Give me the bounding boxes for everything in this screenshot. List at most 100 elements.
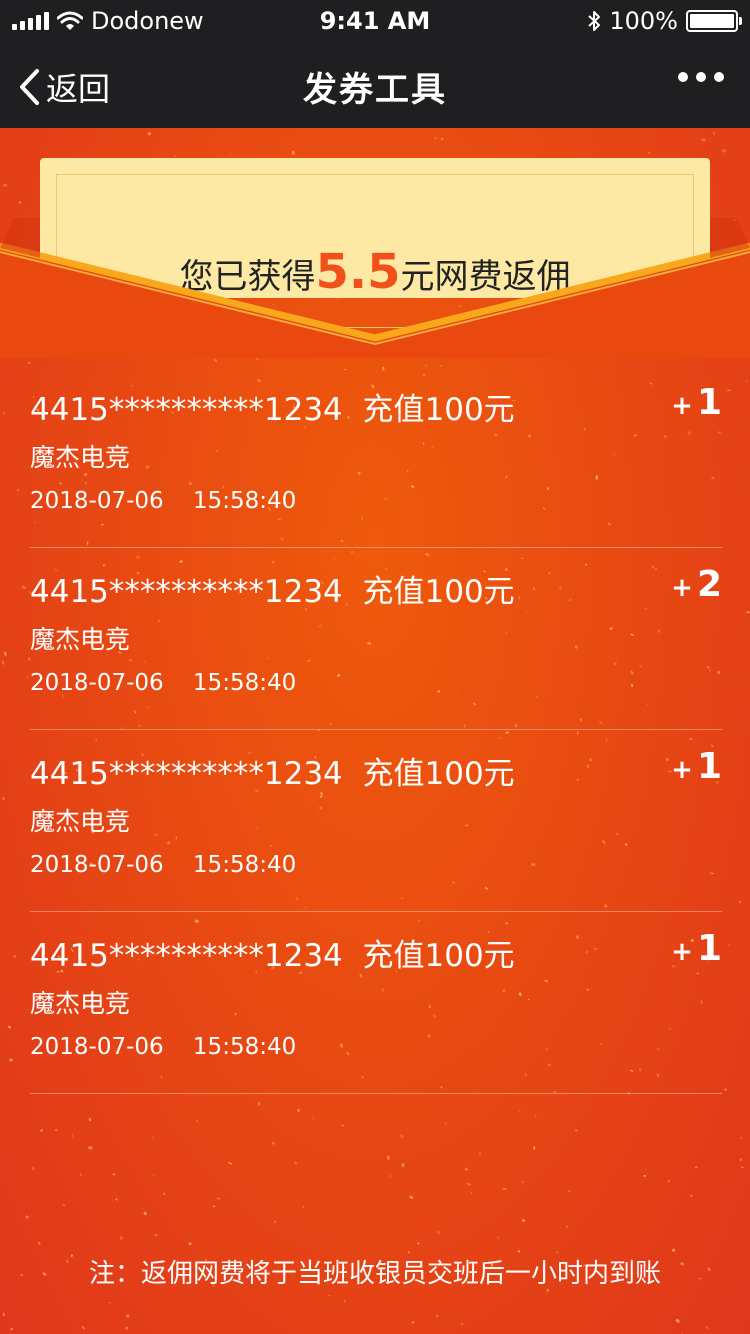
speckle: [21, 585, 27, 590]
speckle: [521, 1219, 526, 1222]
speckle: [162, 1192, 166, 1196]
list-item: 4415**********1234 充值100元 魔杰电竞 2018-07-0…: [30, 912, 722, 1094]
speckle: [532, 1146, 536, 1150]
speckle: [3, 183, 8, 187]
speckle: [411, 1321, 415, 1324]
speckle: [728, 944, 730, 947]
speckle: [195, 1119, 198, 1123]
speckle: [470, 1192, 472, 1195]
speckle: [399, 1134, 404, 1139]
speckle: [647, 151, 651, 154]
speckle: [2, 796, 5, 801]
speckle: [115, 1198, 119, 1201]
speckle: [534, 1114, 537, 1118]
speckle: [37, 1241, 41, 1246]
speckle: [273, 1220, 277, 1223]
speckle: [740, 1136, 743, 1139]
record-date: 2018-07-06: [30, 670, 164, 696]
speckle: [722, 149, 727, 153]
record-datetime: 2018-07-06 15:58:40: [30, 670, 296, 696]
record-shop: 魔杰电竞: [30, 625, 131, 654]
record-title: 4415**********1234 充值100元: [30, 566, 515, 611]
record-shop: 魔杰电竞: [30, 989, 131, 1018]
speckle: [88, 1146, 93, 1150]
record-delta-value: 2: [696, 564, 722, 605]
speckle: [327, 1294, 331, 1297]
speckle: [26, 675, 29, 679]
speckle: [437, 1230, 440, 1235]
record-date: 2018-07-06: [30, 488, 164, 514]
record-card-number: 4415**********1234: [30, 574, 343, 610]
speckle: [312, 1117, 314, 1119]
record-title: 4415**********1234 充值100元: [30, 930, 515, 975]
speckle: [2, 1312, 5, 1317]
speckle: [25, 1215, 30, 1219]
record-datetime: 2018-07-06 15:58:40: [30, 852, 296, 878]
speckle: [228, 1161, 233, 1165]
record-time: 15:58:40: [192, 670, 297, 696]
speckle: [502, 1187, 507, 1190]
speckle: [701, 138, 706, 142]
speckle: [522, 1181, 524, 1183]
speckle: [271, 1141, 276, 1146]
speckle: [386, 1155, 391, 1160]
speckle: [738, 900, 742, 904]
footer-note: 注：返佣网费将于当班收银员交班后一小时内到账: [88, 1259, 661, 1289]
record-delta: +1: [671, 746, 722, 787]
speckle: [745, 379, 748, 383]
speckle: [257, 1101, 261, 1106]
record-action: 充值100元: [362, 574, 515, 610]
speckle: [436, 1314, 438, 1318]
record-action: 充值100元: [362, 756, 515, 792]
record-delta-value: 1: [696, 746, 722, 787]
speckle: [291, 150, 295, 155]
record-action: 充值100元: [362, 392, 515, 428]
record-action: 充值100元: [362, 938, 515, 974]
record-delta: +1: [671, 382, 722, 423]
speckle: [434, 137, 437, 140]
record-time: 15:58:40: [192, 488, 297, 514]
speckle: [444, 1122, 447, 1125]
speckle: [147, 132, 152, 136]
speckle: [671, 1248, 676, 1252]
speckle: [738, 1157, 743, 1162]
speckle: [3, 651, 7, 656]
record-date: 2018-07-06: [30, 1034, 164, 1060]
speckle: [565, 1225, 569, 1228]
record-title: 4415**********1234 充值100元: [30, 748, 515, 793]
speckle: [152, 1136, 155, 1139]
speckle: [568, 1190, 571, 1193]
battery-percent: 100%: [609, 7, 678, 35]
speckle: [341, 1124, 345, 1127]
speckle: [2, 411, 6, 415]
speckle: [694, 1166, 698, 1169]
speckle: [496, 1235, 500, 1240]
record-list: 4415**********1234 充值100元 魔杰电竞 2018-07-0…: [30, 366, 722, 1094]
speckle: [108, 1301, 111, 1304]
page-title: 发券工具: [303, 70, 447, 110]
speckle: [478, 1152, 482, 1156]
bluetooth-icon: [588, 11, 601, 31]
more-dot-icon: [714, 72, 724, 82]
speckle: [741, 1166, 744, 1169]
speckle: [575, 1129, 578, 1132]
record-delta-sign: +: [671, 573, 693, 603]
speckle: [440, 137, 444, 141]
record-title: 4415**********1234 充值100元: [30, 384, 515, 429]
speckle: [746, 611, 750, 614]
record-delta-sign: +: [671, 937, 693, 967]
speckle: [690, 1194, 694, 1198]
list-item: 4415**********1234 充值100元 魔杰电竞 2018-07-0…: [30, 366, 722, 548]
speckle: [81, 1325, 85, 1330]
record-delta: +2: [671, 564, 722, 605]
record-delta-value: 1: [696, 382, 722, 423]
speckle: [727, 389, 731, 392]
record-delta: +1: [671, 928, 722, 969]
speckle: [31, 1166, 35, 1171]
envelope-flap: [0, 218, 750, 358]
speckle: [71, 1133, 74, 1138]
speckle: [416, 1241, 420, 1245]
more-options-button[interactable]: [678, 72, 724, 82]
speckle: [466, 1182, 472, 1187]
speckle: [216, 1197, 221, 1200]
